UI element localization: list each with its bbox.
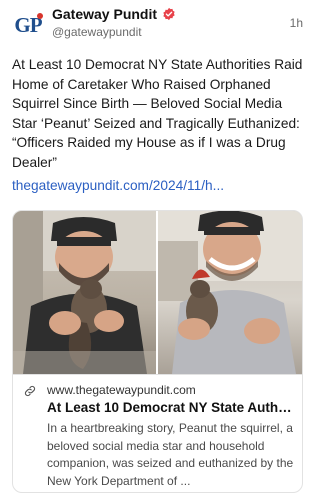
photo-left-illustration [13,211,156,374]
post-timestamp[interactable]: 1h [290,16,303,30]
post-link[interactable]: thegatewaypundit.com/2024/11/h... [12,178,303,193]
avatar-logo-dot [37,13,43,19]
account-handle[interactable]: @gatewaypundit [52,25,142,39]
photo-man-holding-squirrel-left[interactable] [13,211,156,374]
post-header: GP Gateway Pundit @gatewaypundit 1h [12,6,303,46]
photo-right-illustration [158,211,302,374]
account-name-row: Gateway Pundit [52,6,176,22]
card-media[interactable] [13,211,302,374]
avatar[interactable]: GP [12,9,44,41]
verified-badge-icon [163,7,175,21]
card-domain: www.thegatewaypundit.com [47,383,196,397]
card-description: In a heartbreaking story, Peanut the squ… [47,421,294,488]
account-name[interactable]: Gateway Pundit [52,6,157,22]
link-icon [24,385,36,397]
post-text: At Least 10 Democrat NY State Authoritie… [12,57,303,170]
link-preview-card[interactable]: www.thegatewaypundit.com At Least 10 Dem… [12,210,303,493]
photo-man-holding-squirrel-right[interactable] [158,211,302,374]
card-title[interactable]: At Least 10 Democrat NY State Autho... [47,400,297,415]
card-body[interactable]: www.thegatewaypundit.com At Least 10 Dem… [13,374,302,492]
